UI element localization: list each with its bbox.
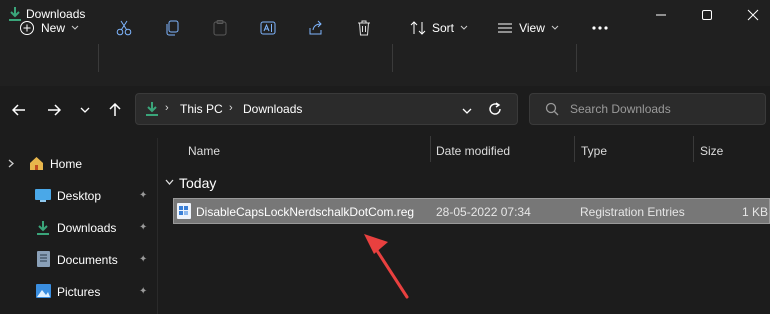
view-button[interactable]: View (492, 12, 564, 44)
pin-icon: ✦ (139, 286, 148, 297)
breadcrumb-this-pc[interactable]: This PC (180, 102, 223, 116)
trash-icon (358, 20, 370, 36)
sort-icon (410, 21, 426, 35)
chevron-down-icon (80, 107, 90, 113)
more-options-button[interactable] (586, 12, 614, 44)
arrow-right-icon (48, 104, 61, 116)
sort-label: Sort (431, 21, 454, 35)
search-icon (545, 102, 559, 119)
registry-file-icon (177, 203, 191, 219)
minimize-button[interactable] (638, 0, 684, 30)
sidebar-item-downloads[interactable]: Downloads ✦ (0, 212, 155, 244)
column-divider[interactable] (430, 136, 431, 162)
pin-icon: ✦ (139, 222, 148, 233)
share-icon (309, 20, 322, 35)
rename-button[interactable] (254, 12, 282, 44)
cut-icon (116, 20, 132, 36)
file-name: DisableCapsLockNerdschalkDotCom.reg (196, 205, 415, 219)
copy-icon (166, 20, 179, 36)
sidebar-divider (157, 138, 158, 314)
recent-locations-button[interactable] (73, 98, 97, 122)
home-icon (30, 157, 43, 170)
sidebar-item-home[interactable]: Home (0, 148, 155, 180)
column-divider[interactable] (574, 136, 575, 162)
maximize-icon (702, 10, 712, 20)
column-divider[interactable] (693, 136, 694, 162)
cut-button[interactable] (110, 12, 138, 44)
group-header-today[interactable]: Today (179, 175, 216, 191)
file-type: Registration Entries (580, 205, 685, 219)
delete-button[interactable] (350, 12, 378, 44)
view-label: View (519, 21, 545, 35)
toolbar-divider (576, 44, 577, 72)
copy-button[interactable] (158, 12, 186, 44)
chevron-right-icon (8, 159, 14, 168)
file-size: 1 KB (742, 205, 769, 219)
download-icon (37, 221, 49, 235)
rename-icon (260, 21, 276, 35)
address-history-chevron-icon[interactable] (462, 104, 472, 118)
sidebar-item-label: Pictures (57, 285, 101, 299)
sidebar-item-documents[interactable]: Documents ✦ (0, 244, 155, 276)
new-label: New (40, 21, 65, 35)
chevron-down-icon (551, 25, 559, 30)
minimize-icon (656, 14, 666, 16)
sidebar-item-pictures[interactable]: Pictures ✦ (0, 276, 155, 308)
download-icon (145, 101, 159, 120)
plus-circle-icon (19, 21, 34, 35)
view-icon (498, 23, 513, 33)
column-header-size[interactable]: Size (700, 144, 723, 158)
sidebar-item-label: Downloads (57, 221, 117, 235)
breadcrumb-downloads[interactable]: Downloads (243, 102, 302, 116)
new-button[interactable]: New (12, 12, 86, 44)
pin-icon: ✦ (139, 190, 148, 201)
arrow-up-icon (109, 103, 121, 116)
sort-button[interactable]: Sort (404, 12, 474, 44)
column-header-name[interactable]: Name (188, 144, 220, 158)
paste-button[interactable] (206, 12, 234, 44)
forward-button[interactable] (42, 98, 66, 122)
column-header-date-modified[interactable]: Date modified (436, 144, 510, 158)
chevron-down-icon (71, 25, 79, 30)
pictures-icon (36, 284, 51, 298)
back-button[interactable] (7, 98, 31, 122)
chevron-down-icon[interactable] (165, 178, 174, 187)
sidebar-item-label: Documents (57, 253, 118, 267)
more-icon (592, 26, 608, 30)
desktop-icon (35, 189, 51, 202)
paste-icon (213, 20, 227, 36)
breadcrumb-chevron-icon: › (229, 102, 233, 114)
up-button[interactable] (103, 98, 127, 122)
sidebar-item-label: Desktop (57, 189, 102, 203)
breadcrumb-chevron-icon: › (165, 102, 169, 114)
maximize-button[interactable] (684, 0, 730, 30)
documents-icon (37, 251, 50, 267)
chevron-down-icon (460, 25, 468, 30)
share-button[interactable] (302, 12, 330, 44)
sidebar-item-desktop[interactable]: Desktop ✦ (0, 180, 155, 212)
arrow-left-icon (12, 104, 25, 116)
toolbar-divider (98, 44, 99, 72)
close-button[interactable] (730, 0, 770, 30)
file-date-modified: 28-05-2022 07:34 (436, 205, 531, 219)
search-input[interactable]: Search Downloads (570, 102, 671, 116)
toolbar-divider (392, 44, 393, 72)
pin-icon: ✦ (139, 254, 148, 265)
column-header-type[interactable]: Type (581, 144, 607, 158)
sidebar-item-label: Home (50, 157, 83, 171)
close-icon (747, 9, 759, 21)
refresh-icon[interactable] (487, 101, 503, 120)
annotation-arrow-icon (364, 234, 409, 299)
